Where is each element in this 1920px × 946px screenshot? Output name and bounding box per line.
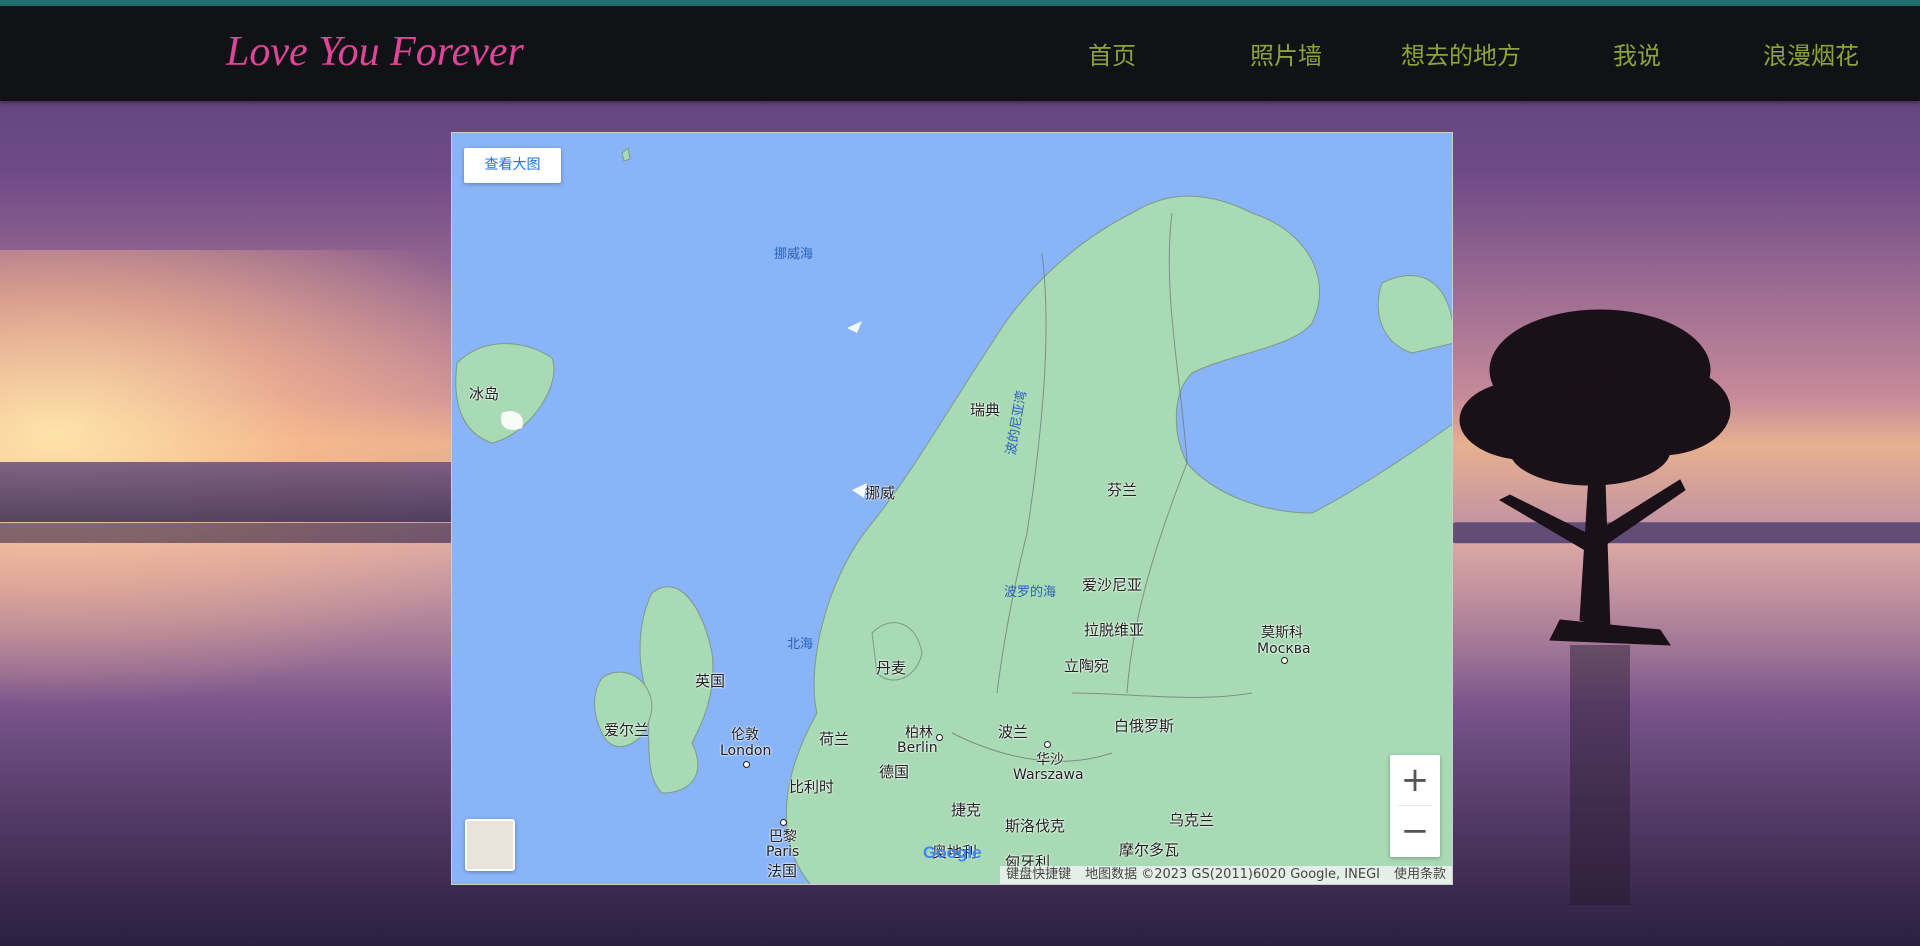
label-berlin: Berlin <box>897 740 938 756</box>
label-estonia: 爱沙尼亚 <box>1082 576 1143 594</box>
nav-places[interactable]: 想去的地方 <box>1401 36 1521 71</box>
label-warsaw-cn: 华沙 <box>1036 752 1064 768</box>
zoom-in-button[interactable]: + <box>1390 755 1440 805</box>
city-marker-warsaw <box>1044 741 1051 748</box>
label-norwegian-sea: 挪威海 <box>774 247 814 262</box>
city-marker-berlin <box>936 734 943 741</box>
label-ukraine: 乌克兰 <box>1169 811 1215 829</box>
label-moldova: 摩尔多瓦 <box>1119 841 1180 859</box>
label-poland: 波兰 <box>998 723 1029 741</box>
map-attribution-bar: 键盘快捷键 地图数据 ©2023 GS(2011)6020 Google, IN… <box>1000 866 1452 884</box>
nav-photo-wall[interactable]: 照片墙 <box>1250 36 1322 71</box>
label-latvia: 拉脱维亚 <box>1084 621 1145 639</box>
label-warsaw: Warszawa <box>1013 767 1084 783</box>
nav-fireworks[interactable]: 浪漫烟花 <box>1763 36 1859 71</box>
label-france: 法国 <box>767 862 798 880</box>
label-north-sea: 北海 <box>787 637 814 652</box>
map-data-credit[interactable]: 地图数据 ©2023 GS(2011)6020 Google, INEGI <box>1085 866 1380 884</box>
label-finland: 芬兰 <box>1107 481 1138 499</box>
zoom-out-button[interactable]: − <box>1390 806 1440 856</box>
view-larger-map-button[interactable]: 查看大图 <box>464 148 561 183</box>
label-baltic-sea: 波罗的海 <box>1004 585 1057 600</box>
label-paris-cn: 巴黎 <box>769 829 797 845</box>
site-header: Love You Forever 首页 照片墙 想去的地方 我说 浪漫烟花 <box>0 6 1920 101</box>
keyboard-shortcuts-link[interactable]: 键盘快捷键 <box>1006 866 1071 884</box>
label-sweden: 瑞典 <box>970 401 1001 419</box>
label-belarus: 白俄罗斯 <box>1114 717 1175 735</box>
city-marker-london <box>743 761 750 768</box>
nav-home[interactable]: 首页 <box>1088 36 1136 71</box>
label-germany: 德国 <box>879 763 910 781</box>
label-london: London <box>720 743 772 759</box>
nav-say[interactable]: 我说 <box>1613 36 1661 71</box>
city-marker-paris <box>780 819 787 826</box>
label-berlin-cn: 柏林 <box>905 725 933 741</box>
label-slovakia: 斯洛伐克 <box>1005 817 1066 835</box>
label-czechia: 捷克 <box>951 801 982 819</box>
label-iceland: 冰岛 <box>469 385 500 403</box>
label-netherlands: 荷兰 <box>819 730 850 748</box>
label-moscow: Москва <box>1257 641 1311 657</box>
city-marker-moscow <box>1281 657 1288 664</box>
label-norway: 挪威 <box>865 484 896 502</box>
label-belgium: 比利时 <box>789 778 835 796</box>
terms-of-use-link[interactable]: 使用条款 <box>1394 866 1446 884</box>
label-uk: 英国 <box>695 672 726 690</box>
google-map[interactable]: 查看大图 挪威海 波的尼亚湾 波罗的海 北海 冰岛 瑞典 挪威 芬兰 爱沙尼亚 … <box>451 132 1453 885</box>
cloud-band <box>0 462 460 522</box>
google-logo[interactable]: Google <box>923 843 982 863</box>
label-denmark: 丹麦 <box>876 659 907 677</box>
site-logo-text[interactable]: Love You Forever <box>226 28 524 76</box>
label-moscow-cn: 莫斯科 <box>1261 625 1303 641</box>
map-terrain <box>455 147 1452 884</box>
label-london-cn: 伦敦 <box>731 727 759 743</box>
label-paris: Paris <box>766 844 800 860</box>
label-lithuania: 立陶宛 <box>1064 657 1110 675</box>
label-ireland: 爱尔兰 <box>604 721 650 739</box>
map-layer-toggle-button[interactable] <box>465 819 515 871</box>
zoom-controls: + − <box>1390 755 1440 857</box>
tree-silhouette <box>1459 309 1731 905</box>
